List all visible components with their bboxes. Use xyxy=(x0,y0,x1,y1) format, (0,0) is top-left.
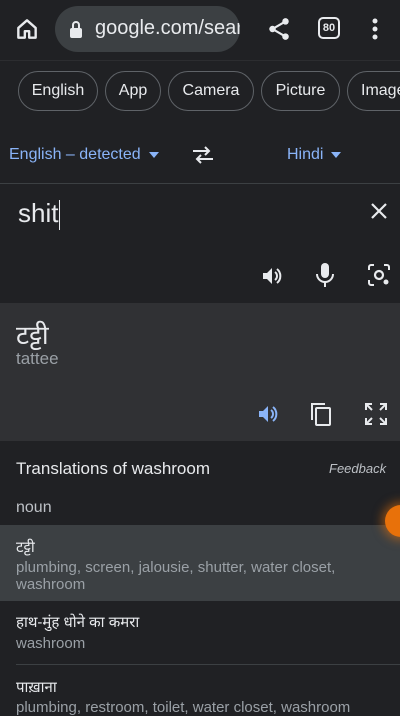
address-bar[interactable]: google.com/sear xyxy=(55,6,240,52)
chevron-down-icon xyxy=(331,151,342,158)
home-icon[interactable] xyxy=(14,16,40,42)
filter-chips: English App Camera Picture Image xyxy=(0,60,400,125)
swap-icon[interactable] xyxy=(191,145,215,165)
target-language-label: Hindi xyxy=(287,146,324,163)
chip-app[interactable]: App xyxy=(105,71,161,111)
source-language-label: English – detected xyxy=(9,146,141,163)
list-item[interactable]: हाथ-मुंह धोने का कमरा washroom xyxy=(0,601,400,663)
list-item[interactable]: टट्टी plumbing, screen, jalousie, shutte… xyxy=(0,525,400,601)
translation-word: हाथ-मुंह धोने का कमरा xyxy=(16,614,140,631)
source-text-value: shit xyxy=(18,198,59,228)
synonyms-text: plumbing, screen, jalousie, shutter, wat… xyxy=(16,559,336,593)
synonyms-text: plumbing, restroom, toilet, water closet… xyxy=(16,699,351,716)
chip-image[interactable]: Image xyxy=(347,71,400,111)
more-vert-icon[interactable] xyxy=(364,16,386,42)
tabs-icon[interactable]: 80 xyxy=(318,17,340,39)
source-text-panel: shit xyxy=(0,184,400,302)
mic-icon[interactable] xyxy=(315,262,335,288)
source-text-input[interactable]: shit xyxy=(18,198,61,231)
translation-word: टट्टी xyxy=(16,539,35,556)
translations-section: Translations of washroom Feedback noun ट… xyxy=(0,442,400,716)
target-language-select[interactable]: Hindi xyxy=(287,146,342,164)
close-icon[interactable] xyxy=(369,201,389,221)
source-language-select[interactable]: English – detected xyxy=(9,146,159,164)
chip-english[interactable]: English xyxy=(18,71,98,111)
url-text: google.com/sear xyxy=(95,17,240,39)
translations-heading: Translations of washroom xyxy=(16,459,211,478)
fullscreen-icon[interactable] xyxy=(364,402,388,426)
transliteration-text: tattee xyxy=(16,349,59,368)
list-item[interactable]: पाख़ाना plumbing, restroom, toilet, wate… xyxy=(0,665,400,716)
copy-icon[interactable] xyxy=(310,402,332,426)
speaker-icon[interactable] xyxy=(256,402,280,426)
synonyms-text: washroom xyxy=(16,635,86,652)
text-cursor xyxy=(59,200,61,231)
translation-text: टट्टी xyxy=(16,320,49,350)
browser-toolbar: google.com/sear 80 xyxy=(0,0,400,58)
translation-panel: टट्टी tattee xyxy=(0,303,400,441)
feedback-link[interactable]: Feedback xyxy=(329,461,386,476)
lens-icon[interactable] xyxy=(367,263,391,287)
language-selector-bar: English – detected Hindi xyxy=(0,125,400,184)
chevron-down-icon xyxy=(148,151,159,158)
part-of-speech-label: noun xyxy=(16,499,52,516)
chip-picture[interactable]: Picture xyxy=(261,71,340,111)
translation-word: पाख़ाना xyxy=(16,679,57,696)
lock-icon xyxy=(70,21,82,38)
chip-camera[interactable]: Camera xyxy=(168,71,254,111)
speaker-icon[interactable] xyxy=(260,264,284,288)
share-icon[interactable] xyxy=(266,16,292,42)
